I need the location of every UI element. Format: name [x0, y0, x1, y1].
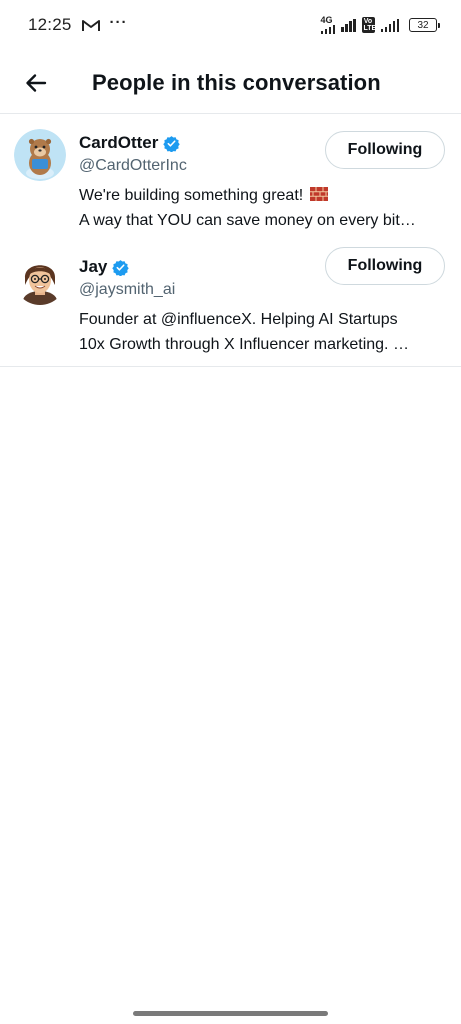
verified-badge-icon	[163, 135, 181, 152]
more-notifications-icon: ···	[109, 13, 128, 31]
signal-strength-icon	[320, 25, 335, 34]
network-type-label: 4G	[320, 15, 333, 25]
status-left: 12:25 ···	[28, 13, 128, 35]
signal-bars-icon	[341, 18, 356, 32]
home-indicator[interactable]	[133, 1011, 328, 1016]
brick-emoji-icon	[309, 187, 328, 201]
signal-bars-secondary-icon	[380, 18, 399, 32]
network-indicator: 4G	[320, 15, 335, 34]
display-name[interactable]: Jay	[79, 257, 107, 277]
people-list: CardOtter @CardOtterInc We're building s…	[0, 115, 461, 367]
gmail-icon	[81, 19, 100, 31]
list-item[interactable]: Jay @jaysmith_ai Founder at @influenceX.…	[0, 239, 461, 367]
bio-line: 10x Growth through X Influencer marketin…	[79, 336, 409, 353]
bio-line: Founder at @influenceX. Helping AI Start…	[79, 311, 398, 328]
avatar[interactable]	[14, 129, 66, 181]
following-button[interactable]: Following	[325, 131, 445, 169]
back-button[interactable]	[14, 61, 58, 105]
following-button[interactable]: Following	[325, 247, 445, 285]
status-time: 12:25	[28, 15, 72, 34]
bio-line: We're building something great!	[79, 183, 445, 208]
bio-line: A way that YOU can save money on every b…	[79, 212, 416, 229]
page-title: People in this conversation	[92, 69, 381, 95]
status-bar: 12:25 ··· 4G Vo LTE 32	[0, 0, 461, 50]
screen: 12:25 ··· 4G Vo LTE 32 People in this co…	[0, 0, 461, 1024]
person-avatar-image	[14, 253, 66, 305]
otter-avatar-image	[14, 129, 66, 181]
arrow-left-icon	[26, 73, 47, 92]
user-bio: We're building something great! A way th…	[79, 183, 445, 233]
display-name[interactable]: CardOtter	[79, 133, 158, 153]
battery-icon: 32	[409, 18, 440, 32]
volte-badge: Vo LTE	[361, 17, 377, 33]
verified-badge-icon	[112, 259, 130, 276]
header: People in this conversation	[0, 52, 461, 114]
bio-text: We're building something great!	[79, 187, 304, 204]
user-bio: Founder at @influenceX. Helping AI Start…	[79, 307, 445, 357]
list-item[interactable]: CardOtter @CardOtterInc We're building s…	[0, 115, 461, 239]
battery-level: 32	[417, 19, 429, 31]
status-right: 4G Vo LTE 32	[320, 15, 440, 34]
avatar[interactable]	[14, 253, 66, 305]
